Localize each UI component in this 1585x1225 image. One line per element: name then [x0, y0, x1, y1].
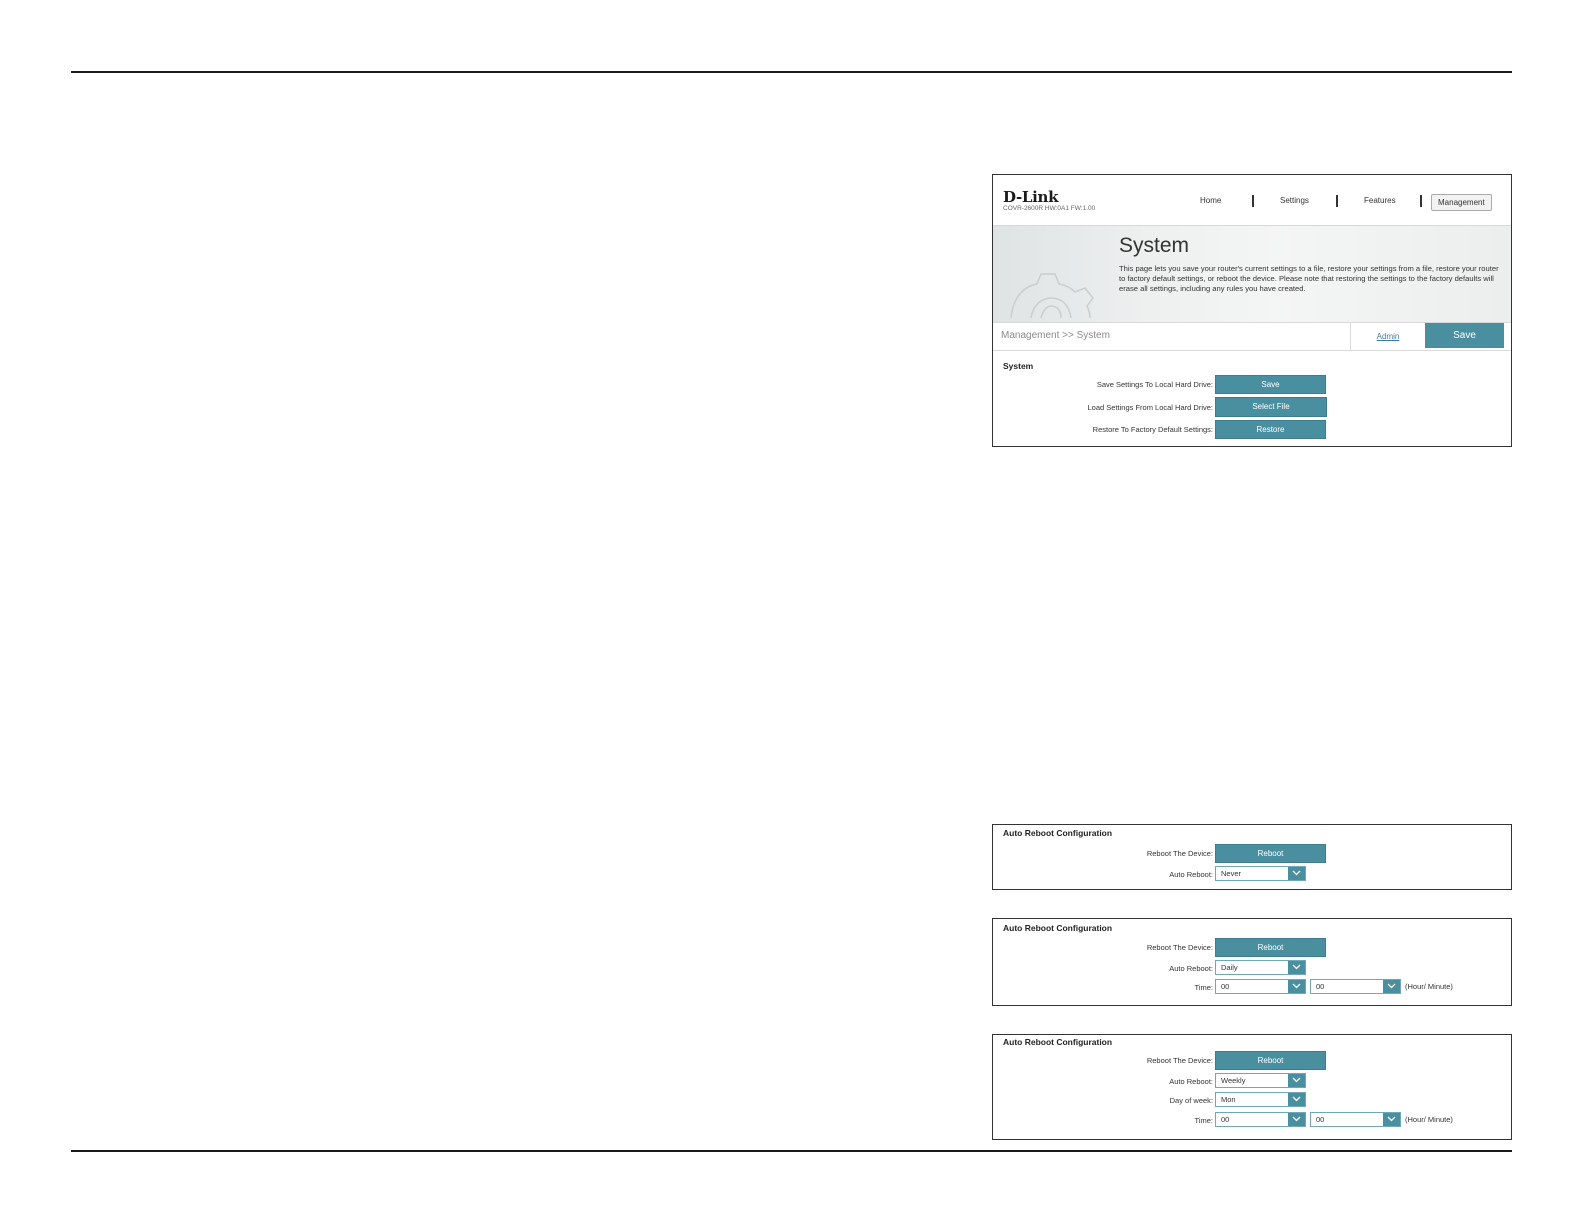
chevron-down-icon [1288, 1074, 1305, 1087]
admin-link[interactable]: Admin [1350, 323, 1425, 350]
chevron-down-icon [1288, 1093, 1305, 1106]
auto-reboot-label: Auto Reboot: [1169, 870, 1213, 879]
auto-reboot-panel-daily: Auto Reboot Configuration Reboot The Dev… [992, 918, 1512, 1006]
reboot-button[interactable]: Reboot [1215, 938, 1326, 957]
nav-separator [1252, 195, 1254, 207]
chevron-down-icon [1288, 980, 1305, 993]
day-of-week-label: Day of week: [1169, 1096, 1213, 1105]
nav-features[interactable]: Features [1364, 196, 1396, 205]
hour-value: 00 [1221, 982, 1230, 991]
chevron-down-icon [1383, 980, 1400, 993]
auto-reboot-select[interactable]: Never [1215, 866, 1306, 881]
chevron-down-icon [1288, 867, 1305, 880]
nav-management[interactable]: Management [1431, 194, 1492, 211]
auto-reboot-select[interactable]: Daily [1215, 960, 1306, 975]
auto-reboot-panel-never: Auto Reboot Configuration Reboot The Dev… [992, 824, 1512, 890]
minute-select[interactable]: 00 [1310, 979, 1401, 994]
nav-home[interactable]: Home [1200, 196, 1221, 205]
breadcrumb-bar: Management >> System Admin Save [993, 322, 1511, 351]
factory-default-label: Restore To Factory Default Settings: [1092, 425, 1213, 434]
save-button[interactable]: Save [1425, 323, 1504, 348]
reboot-device-label: Reboot The Device: [1146, 849, 1213, 858]
chevron-down-icon [1288, 1113, 1305, 1126]
breadcrumb: Management >> System [1001, 330, 1110, 341]
select-file-button[interactable]: Select File [1215, 397, 1327, 417]
day-of-week-select[interactable]: Mon [1215, 1092, 1306, 1107]
system-page-screenshot: D-Link COVR-2600R HW:0A1 FW:1.00 Home Se… [992, 174, 1512, 447]
save-settings-button[interactable]: Save [1215, 375, 1326, 394]
panel-title: Auto Reboot Configuration [1003, 1037, 1113, 1047]
page-banner: System This page lets you save your rout… [993, 225, 1511, 323]
auto-reboot-panel-weekly: Auto Reboot Configuration Reboot The Dev… [992, 1034, 1512, 1140]
gear-icon [1010, 273, 1094, 319]
model-info: COVR-2600R HW:0A1 FW:1.00 [1003, 205, 1096, 212]
hour-select[interactable]: 00 [1215, 1112, 1306, 1127]
auto-reboot-value: Weekly [1221, 1076, 1246, 1085]
time-unit-label: (Hour/ Minute) [1405, 982, 1453, 991]
panel-title: Auto Reboot Configuration [1003, 923, 1113, 933]
nav-settings[interactable]: Settings [1280, 196, 1309, 205]
auto-reboot-value: Never [1221, 869, 1242, 878]
header-bar: D-Link COVR-2600R HW:0A1 FW:1.00 Home Se… [993, 175, 1511, 225]
chevron-down-icon [1383, 1113, 1400, 1126]
auto-reboot-label: Auto Reboot: [1169, 1077, 1213, 1086]
nav-separator [1420, 195, 1422, 207]
chevron-down-icon [1288, 961, 1305, 974]
reboot-device-label: Reboot The Device: [1146, 1056, 1213, 1065]
top-divider [71, 71, 1512, 73]
time-label: Time: [1194, 1116, 1213, 1125]
bottom-divider [71, 1150, 1512, 1152]
auto-reboot-value: Daily [1221, 963, 1238, 972]
reboot-button[interactable]: Reboot [1215, 1051, 1326, 1070]
hour-value: 00 [1221, 1115, 1230, 1124]
restore-button[interactable]: Restore [1215, 420, 1326, 439]
time-label: Time: [1194, 983, 1213, 992]
panel-title: Auto Reboot Configuration [1003, 828, 1113, 838]
page-title: System [1119, 234, 1190, 257]
auto-reboot-label: Auto Reboot: [1169, 964, 1213, 973]
day-of-week-value: Mon [1221, 1095, 1236, 1104]
save-settings-label: Save Settings To Local Hard Drive: [1096, 380, 1213, 389]
minute-value: 00 [1316, 982, 1325, 991]
auto-reboot-select[interactable]: Weekly [1215, 1073, 1306, 1088]
time-unit-label: (Hour/ Minute) [1405, 1115, 1453, 1124]
reboot-device-label: Reboot The Device: [1146, 943, 1213, 952]
minute-select[interactable]: 00 [1310, 1112, 1401, 1127]
minute-value: 00 [1316, 1115, 1325, 1124]
load-settings-label: Load Settings From Local Hard Drive: [1087, 403, 1213, 412]
reboot-button[interactable]: Reboot [1215, 844, 1326, 863]
page-description: This page lets you save your router's cu… [1119, 264, 1499, 293]
hour-select[interactable]: 00 [1215, 979, 1306, 994]
nav-separator [1336, 195, 1338, 207]
dlink-logo: D-Link [1003, 188, 1059, 206]
section-title: System [1003, 361, 1034, 371]
